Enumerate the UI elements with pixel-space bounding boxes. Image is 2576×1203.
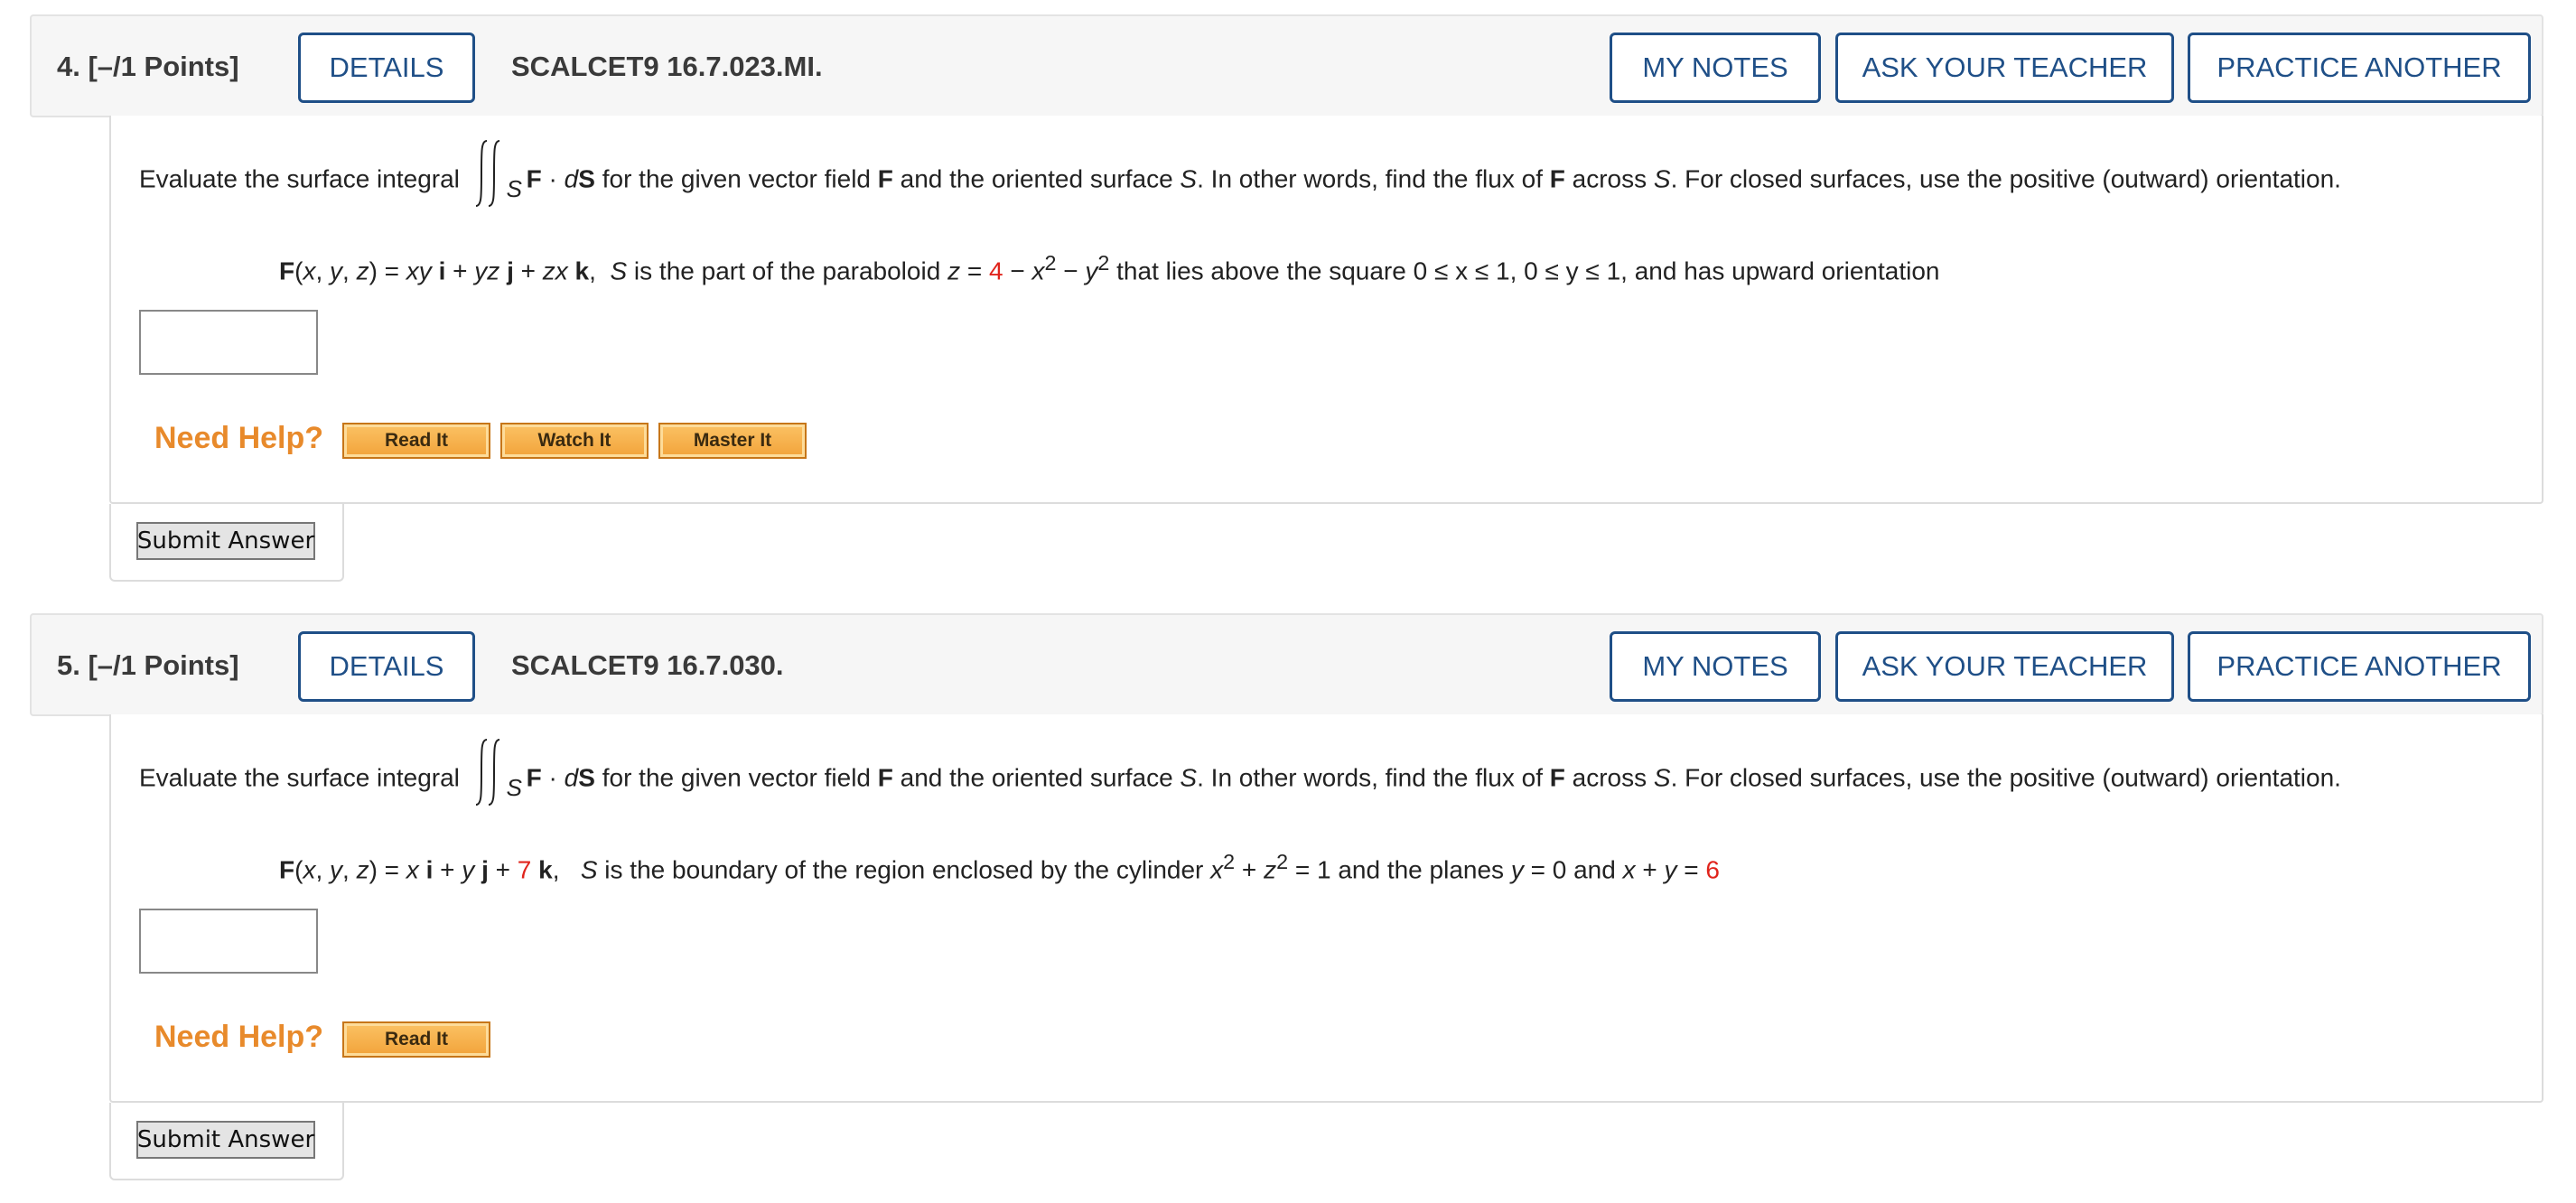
question-prompt: Evaluate the surface integral S F · dS f… xyxy=(139,140,2341,207)
question-body: Evaluate the surface integral S F · dS f… xyxy=(109,116,2543,504)
surface-integral-symbol: S xyxy=(467,140,527,207)
question-prompt: Evaluate the surface integral S F · dS f… xyxy=(139,739,2341,806)
question-code: SCALCET9 16.7.030. xyxy=(511,649,784,681)
need-help-label: Need Help? xyxy=(154,421,324,455)
practice-another-button[interactable]: PRACTICE ANOTHER xyxy=(2188,33,2531,103)
surface-integral-symbol: S xyxy=(467,739,527,806)
question-body: Evaluate the surface integral S F · dS f… xyxy=(109,714,2543,1103)
question-number: 5. [–/1 Points] xyxy=(57,649,239,681)
need-help-label: Need Help? xyxy=(154,1020,324,1054)
submit-area: Submit Answer xyxy=(109,504,344,582)
vector-field-formula: F(x, y, z) = xy i + yz j + zx k, S is th… xyxy=(279,251,1940,285)
submit-answer-button[interactable]: Submit Answer xyxy=(136,522,315,560)
ask-teacher-button[interactable]: ASK YOUR TEACHER xyxy=(1835,631,2174,702)
read-it-button[interactable]: Read It xyxy=(342,423,490,459)
submit-answer-button[interactable]: Submit Answer xyxy=(136,1121,315,1159)
question-header: 5. [–/1 Points] DETAILS SCALCET9 16.7.03… xyxy=(30,613,2543,716)
submit-area: Submit Answer xyxy=(109,1103,344,1180)
read-it-button[interactable]: Read It xyxy=(342,1021,490,1058)
answer-input[interactable] xyxy=(139,909,318,974)
master-it-button[interactable]: Master It xyxy=(658,423,807,459)
answer-input[interactable] xyxy=(139,310,318,375)
details-button[interactable]: DETAILS xyxy=(298,631,475,702)
practice-another-button[interactable]: PRACTICE ANOTHER xyxy=(2188,631,2531,702)
question-header: 4. [–/1 Points] DETAILS SCALCET9 16.7.02… xyxy=(30,14,2543,117)
vector-field-formula: F(x, y, z) = x i + y j + 7 k, S is the b… xyxy=(279,850,1720,884)
question-number: 4. [–/1 Points] xyxy=(57,51,239,82)
question-code: SCALCET9 16.7.023.MI. xyxy=(511,51,823,82)
watch-it-button[interactable]: Watch It xyxy=(500,423,649,459)
ask-teacher-button[interactable]: ASK YOUR TEACHER xyxy=(1835,33,2174,103)
my-notes-button[interactable]: MY NOTES xyxy=(1610,33,1821,103)
my-notes-button[interactable]: MY NOTES xyxy=(1610,631,1821,702)
details-button[interactable]: DETAILS xyxy=(298,33,475,103)
